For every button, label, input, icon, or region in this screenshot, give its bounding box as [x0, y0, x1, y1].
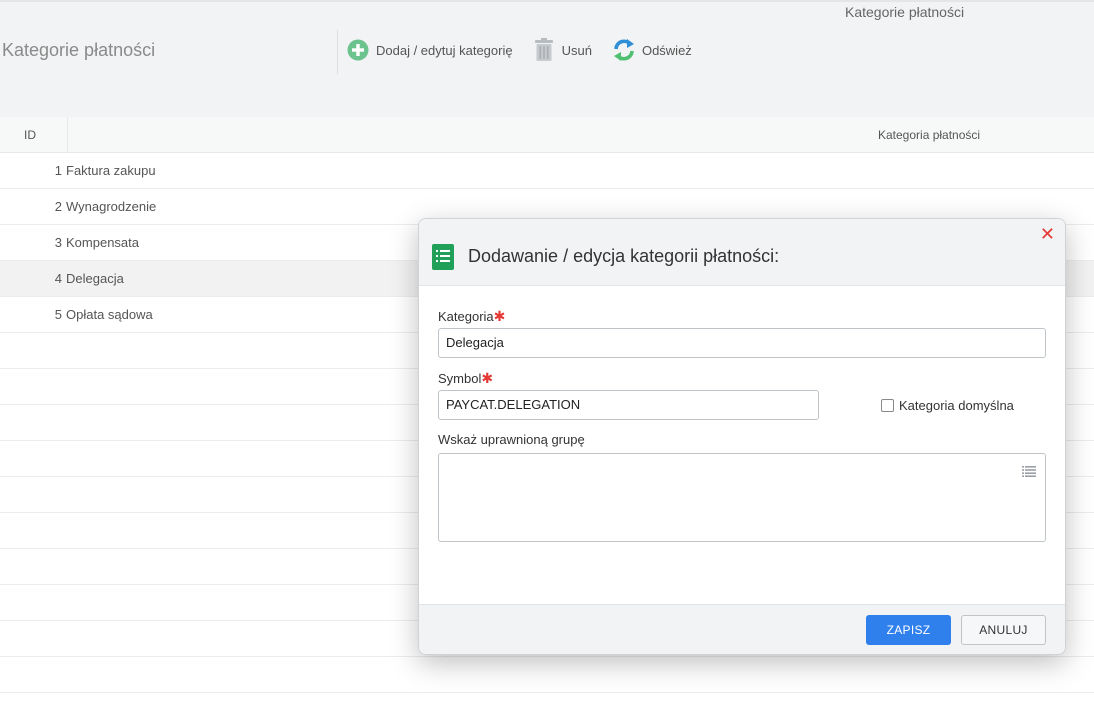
- toolbar: Dodaj / edytuj kategorię Usuń Odśwież: [347, 38, 712, 62]
- close-icon[interactable]: ✕: [1040, 225, 1055, 243]
- row-id: 5: [54, 307, 62, 322]
- row-id: 4: [54, 271, 62, 286]
- page-title: Kategorie płatności: [2, 40, 156, 60]
- list-icon[interactable]: [1022, 464, 1036, 482]
- refresh-icon: [612, 38, 636, 62]
- category-label-text: Kategoria: [438, 309, 494, 324]
- toolbar-divider: [337, 30, 338, 74]
- dialog-header: Dodawanie / edycja kategorii płatności: …: [419, 219, 1065, 286]
- group-label: Wskaż uprawnioną grupę: [438, 432, 585, 447]
- symbol-label-text: Symbol: [438, 371, 482, 386]
- column-header-id[interactable]: ID: [0, 117, 68, 153]
- dialog-title: Dodawanie / edycja kategorii płatności:: [468, 246, 780, 266]
- dialog-footer: ZAPISZ ANULUJ: [419, 604, 1065, 654]
- table-row[interactable]: 1 Faktura zakupu: [0, 153, 1094, 189]
- row-name: Delegacja: [66, 271, 124, 286]
- save-button[interactable]: ZAPISZ: [866, 615, 951, 645]
- trash-icon: [533, 38, 555, 62]
- edit-category-dialog: Dodawanie / edycja kategorii płatności: …: [418, 218, 1066, 655]
- add-edit-category-button[interactable]: Dodaj / edytuj kategorię: [347, 38, 513, 62]
- document-list-icon: [432, 244, 454, 275]
- row-id: 2: [54, 199, 62, 214]
- app-window: Kategorie płatności Kategorie płatności …: [0, 0, 1094, 704]
- symbol-input[interactable]: PAYCAT.DELEGATION: [438, 390, 819, 420]
- row-name: Opłata sądowa: [66, 307, 153, 322]
- category-input[interactable]: Delegacja: [438, 328, 1046, 358]
- row-id: 3: [54, 235, 62, 250]
- grid-header: ID Kategoria płatności: [0, 117, 1094, 153]
- delete-label: Usuń: [561, 42, 592, 58]
- header-caption: Kategorie płatności: [845, 4, 965, 20]
- page-header: Kategorie płatności Kategorie płatności …: [0, 0, 1094, 117]
- default-category-checkbox-wrap[interactable]: Kategoria domyślna: [881, 398, 1014, 413]
- row-id: 1: [54, 163, 62, 178]
- add-icon: [347, 38, 369, 62]
- delete-button[interactable]: Usuń: [533, 38, 592, 62]
- required-mark: ✱: [493, 308, 506, 324]
- category-label: Kategoria✱: [438, 308, 505, 325]
- column-header-category[interactable]: Kategoria płatności: [878, 117, 980, 153]
- group-textarea[interactable]: [438, 453, 1046, 542]
- row-name: Wynagrodzenie: [66, 199, 157, 214]
- refresh-label: Odśwież: [641, 42, 692, 58]
- empty-row: [0, 657, 1094, 693]
- symbol-label: Symbol✱: [438, 370, 493, 387]
- required-mark: ✱: [481, 370, 494, 386]
- refresh-button[interactable]: Odśwież: [612, 38, 692, 62]
- cancel-button[interactable]: ANULUJ: [961, 615, 1046, 645]
- row-name: Kompensata: [66, 235, 139, 250]
- row-name: Faktura zakupu: [66, 163, 156, 178]
- default-category-checkbox[interactable]: [881, 399, 894, 412]
- add-edit-category-label: Dodaj / edytuj kategorię: [376, 42, 513, 58]
- default-category-label: Kategoria domyślna: [899, 398, 1014, 413]
